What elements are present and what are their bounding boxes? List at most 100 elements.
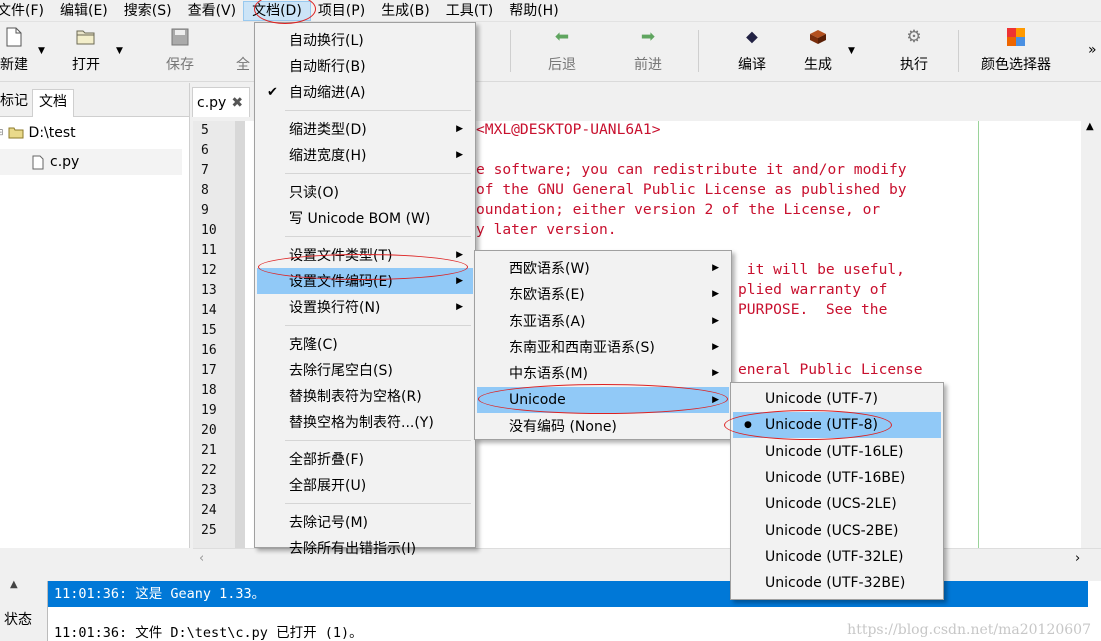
tree-folder-row[interactable]: ⊟ D:\test bbox=[0, 125, 76, 141]
menu-item[interactable]: Unicode (UTF-16LE) bbox=[733, 439, 941, 465]
build-button[interactable]: 生成 ▼ bbox=[796, 24, 855, 78]
menu-item[interactable]: Unicode (UCS-2LE) bbox=[733, 491, 941, 517]
menu-item[interactable]: 没有编码 (None) bbox=[477, 413, 729, 439]
new-label: 新建 bbox=[0, 57, 28, 73]
forward-button[interactable]: ➡ 前进 bbox=[626, 24, 670, 78]
menu-item-label: Unicode (UTF-7) bbox=[765, 391, 878, 407]
menu-item-label: 中东语系(M) bbox=[509, 366, 589, 383]
menu-item[interactable]: Unicode (UTF-16BE) bbox=[733, 465, 941, 491]
line-number: 12 bbox=[201, 263, 217, 278]
new-dropdown-icon[interactable]: ▼ bbox=[38, 46, 45, 56]
menu-help[interactable]: 帮助(H) bbox=[501, 2, 566, 20]
menu-item[interactable]: 中东语系(M) ▶ bbox=[477, 360, 729, 386]
menu-item-label: 东南亚和西南亚语系(S) bbox=[509, 339, 655, 356]
menu-item[interactable]: 自动换行(L) bbox=[257, 27, 473, 53]
menu-item[interactable]: 替换空格为制表符...(Y) bbox=[257, 409, 473, 435]
save-button[interactable]: 保存 bbox=[160, 24, 200, 78]
menu-item[interactable]: 去除所有出错指示(I) bbox=[257, 535, 473, 561]
menu-item[interactable]: Unicode (UTF-32BE) bbox=[733, 570, 941, 596]
menu-item[interactable]: Unicode (UTF-7) bbox=[733, 386, 941, 412]
menu-item[interactable]: 克隆(C) bbox=[257, 331, 473, 357]
build-dropdown-icon[interactable]: ▼ bbox=[848, 46, 855, 56]
menu-item-label: 替换空格为制表符...(Y) bbox=[289, 415, 434, 431]
tab-symbols[interactable]: 标记 bbox=[0, 89, 34, 117]
menu-item[interactable]: 设置文件编码(E) ▶ bbox=[257, 268, 473, 294]
toolbar-separator bbox=[958, 30, 959, 72]
collapse-icon[interactable]: ⊟ bbox=[0, 128, 4, 138]
code-line: plied warranty of bbox=[738, 281, 888, 298]
menu-item[interactable]: 东亚语系(A) ▶ bbox=[477, 308, 729, 334]
new-button[interactable]: 新建 ▼ bbox=[0, 24, 45, 78]
menu-view[interactable]: 查看(V) bbox=[180, 2, 245, 20]
menu-item[interactable]: 自动断行(B) bbox=[257, 53, 473, 79]
menu-item[interactable]: 写 Unicode BOM (W) bbox=[257, 205, 473, 231]
save-label: 保存 bbox=[166, 57, 194, 73]
menu-item-label: 西欧语系(W) bbox=[509, 261, 590, 277]
menu-item[interactable]: 去除行尾空白(S) bbox=[257, 357, 473, 383]
back-button[interactable]: ⬅ 后退 bbox=[540, 24, 584, 78]
folder-icon bbox=[8, 127, 24, 139]
menu-separator bbox=[285, 440, 471, 441]
compile-button[interactable]: ⬥ 编译 bbox=[730, 24, 774, 78]
menu-item[interactable]: Unicode (UTF-32LE) bbox=[733, 544, 941, 570]
menu-tools[interactable]: 工具(T) bbox=[438, 2, 501, 20]
panel-scroll-up-icon[interactable]: ▲ bbox=[10, 579, 18, 590]
menu-item[interactable]: ✔ 自动缩进(A) bbox=[257, 79, 473, 105]
open-button[interactable]: 打开 ▼ bbox=[66, 24, 123, 78]
line-number: 9 bbox=[201, 203, 209, 218]
toolbar: 新建 ▼ 打开 ▼ 保存 全 ⬅ 后退 ➡ 前进 ⬥ 编译 生成 ▼ ⚙ 执行 … bbox=[0, 22, 1101, 82]
toolbar-overflow-button[interactable]: » bbox=[1088, 42, 1097, 58]
menu-item[interactable]: 设置换行符(N) ▶ bbox=[257, 294, 473, 320]
menu-edit[interactable]: 编辑(E) bbox=[52, 2, 116, 20]
submenu-arrow-icon: ▶ bbox=[712, 368, 719, 379]
save-all-label: 全 bbox=[236, 57, 250, 73]
scroll-up-icon[interactable]: ▲ bbox=[1086, 121, 1094, 132]
vertical-scrollbar[interactable]: ▲ bbox=[1081, 121, 1101, 548]
menu-item[interactable]: 只读(O) bbox=[257, 179, 473, 205]
line-number: 16 bbox=[201, 343, 217, 358]
menu-item[interactable]: 东南亚和西南亚语系(S) ▶ bbox=[477, 334, 729, 360]
submenu-arrow-icon: ▶ bbox=[456, 124, 463, 134]
menu-file[interactable]: 文件(F) bbox=[0, 2, 52, 20]
menu-item-label: Unicode (UCS-2LE) bbox=[765, 496, 897, 513]
status-tab[interactable]: 状态 bbox=[4, 609, 32, 629]
menu-item[interactable]: 东欧语系(E) ▶ bbox=[477, 281, 729, 307]
color-picker-button[interactable]: 颜色选择器 bbox=[976, 24, 1056, 78]
status-message[interactable]: 11:01:36: 文件 D:\test\c.py 已打开 (1)。 bbox=[54, 621, 363, 641]
menu-build[interactable]: 生成(B) bbox=[373, 2, 438, 20]
menu-item[interactable]: Unicode (UCS-2BE) bbox=[733, 518, 941, 544]
menu-item[interactable]: Unicode ▶ bbox=[477, 386, 729, 413]
menu-item[interactable]: 设置文件类型(T) ▶ bbox=[257, 242, 473, 268]
menu-item[interactable]: 西欧语系(W) ▶ bbox=[477, 255, 729, 281]
menu-item[interactable]: 全部展开(U) bbox=[257, 472, 473, 498]
line-number: 19 bbox=[201, 403, 217, 418]
execute-button[interactable]: ⚙ 执行 bbox=[892, 24, 936, 78]
color-palette-icon bbox=[1006, 24, 1026, 50]
menu-item[interactable]: 全部折叠(F) bbox=[257, 446, 473, 472]
scroll-left-icon[interactable]: ‹ bbox=[199, 551, 204, 566]
menu-item-label: Unicode (UTF-8) bbox=[765, 417, 878, 434]
toolbar-separator bbox=[698, 30, 699, 72]
scroll-right-icon[interactable]: › bbox=[1075, 551, 1080, 566]
document-tab[interactable]: c.py ✖ bbox=[192, 87, 250, 117]
menu-project[interactable]: 项目(P) bbox=[310, 2, 373, 20]
menu-item-label: 去除所有出错指示(I) bbox=[289, 541, 417, 557]
menu-item[interactable]: ● Unicode (UTF-8) bbox=[733, 412, 941, 439]
menu-item[interactable]: 去除记号(M) bbox=[257, 509, 473, 535]
line-number: 24 bbox=[201, 503, 217, 518]
menu-search[interactable]: 搜索(S) bbox=[116, 2, 180, 20]
menu-document[interactable]: 文档(D) bbox=[243, 0, 311, 21]
menu-item-label: 替换制表符为空格(R) bbox=[289, 389, 422, 405]
open-dropdown-icon[interactable]: ▼ bbox=[116, 46, 123, 56]
menu-item[interactable]: 替换制表符为空格(R) bbox=[257, 383, 473, 409]
submenu-arrow-icon: ▶ bbox=[712, 341, 719, 352]
code-line: <MXL@DESKTOP-UANL6A1> bbox=[476, 121, 661, 138]
sidebar: 标记 文档 ⊟ D:\test c.py bbox=[0, 83, 190, 548]
save-all-button[interactable]: 全 bbox=[232, 24, 254, 78]
menu-item-label: Unicode bbox=[509, 391, 566, 408]
tree-file-row[interactable]: c.py bbox=[0, 149, 182, 175]
menu-item[interactable]: 缩进类型(D) ▶ bbox=[257, 116, 473, 142]
tab-documents[interactable]: 文档 bbox=[32, 89, 74, 117]
menu-item[interactable]: 缩进宽度(H) ▶ bbox=[257, 142, 473, 168]
close-tab-icon[interactable]: ✖ bbox=[231, 95, 243, 111]
